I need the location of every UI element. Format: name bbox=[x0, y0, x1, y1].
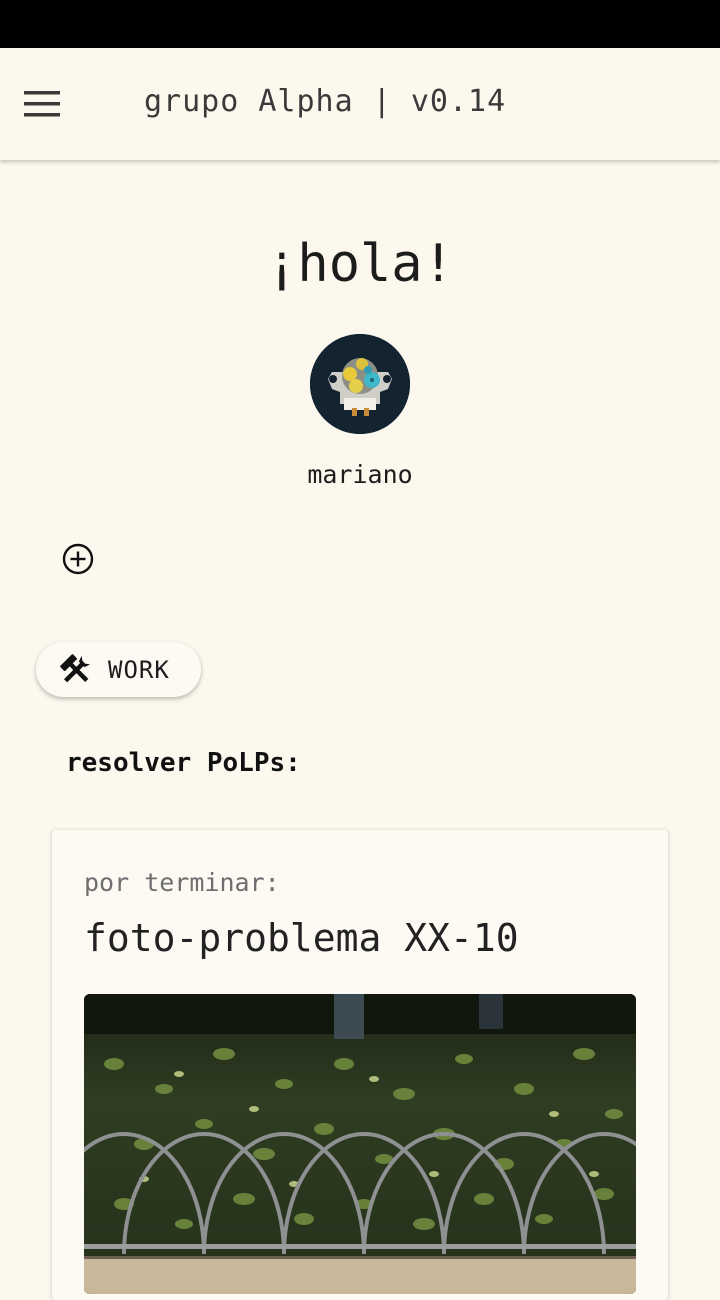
system-status-bar bbox=[0, 0, 720, 48]
problem-card[interactable]: por terminar: foto-problema XX-10 bbox=[52, 830, 668, 1300]
work-filter-chip[interactable]: WORK bbox=[36, 642, 201, 697]
card-title: foto-problema XX-10 bbox=[84, 916, 519, 960]
menu-button[interactable] bbox=[24, 78, 88, 130]
username: mariano bbox=[307, 460, 413, 489]
card-status: por terminar: bbox=[84, 868, 280, 897]
app-title: grupo Alpha | v0.14 bbox=[144, 84, 507, 119]
avatar[interactable] bbox=[310, 334, 410, 434]
gear-motor-avatar-image bbox=[310, 334, 410, 434]
plus-circle-icon bbox=[62, 543, 94, 575]
hammer-wrench-icon bbox=[58, 653, 96, 687]
add-button[interactable] bbox=[60, 541, 96, 577]
app-bar: grupo Alpha | v0.14 bbox=[0, 48, 720, 160]
greeting-heading: ¡hola! bbox=[266, 234, 454, 294]
hamburger-menu-icon bbox=[24, 91, 60, 117]
problem-photo bbox=[84, 994, 636, 1294]
section-title: resolver PoLPs: bbox=[66, 748, 301, 778]
work-chip-label: WORK bbox=[108, 655, 170, 684]
